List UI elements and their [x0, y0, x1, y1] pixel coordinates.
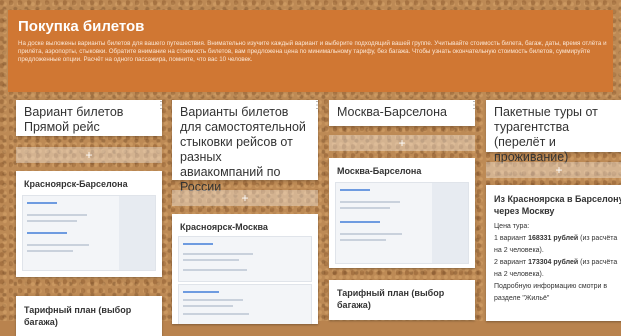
post-card[interactable]: Москва-Барселона	[329, 158, 475, 268]
add-post-button[interactable]: +	[329, 135, 475, 151]
flight-screenshot-image	[178, 236, 312, 282]
flight-screenshot-image	[335, 182, 469, 264]
variant-2: 2 вариант 173304 рублей (из расчёта на 2…	[494, 259, 618, 278]
column-title: Пакетные туры от турагентства (перелёт и…	[494, 105, 598, 164]
column-header: Пакетные туры от турагентства (перелёт и…	[486, 100, 621, 164]
column-header: Вариант билетов Прямой рейс ⋮	[16, 100, 166, 136]
post-card[interactable]: Из Красноярска в Барселону через Москву …	[486, 185, 621, 321]
more-vert-icon[interactable]: ⋮	[156, 101, 166, 111]
card-title: Красноярск-Москва	[180, 222, 268, 232]
board-header: Покупка билетов На доске выложены вариан…	[8, 10, 613, 92]
card-title: Из Красноярска в Барселону через Москву	[494, 194, 621, 216]
card-title: Тарифный план (выбор багажа)	[337, 288, 445, 310]
price-label: Цена тура:	[494, 223, 530, 230]
column-title: Варианты билетов для самостоятельной сты…	[180, 105, 306, 194]
more-vert-icon[interactable]: ⋮	[469, 101, 479, 111]
add-post-button[interactable]: +	[172, 190, 318, 206]
flight-screenshot-image	[22, 195, 156, 271]
card-title: Красноярск-Барселона	[24, 179, 128, 189]
variant-1-price: 168331 рублей	[528, 235, 579, 242]
post-card[interactable]: Тарифный план (выбор багажа)	[329, 280, 475, 320]
column-header: Москва-Барселона ⋮	[329, 100, 479, 126]
add-post-button[interactable]: +	[16, 147, 162, 163]
board-description: На доске выложены варианты билетов для в…	[18, 40, 607, 64]
variant-2-price: 173304 рублей	[528, 259, 579, 266]
board-title: Покупка билетов	[18, 18, 145, 35]
more-info-text: Подробную информацию смотри в разделе "Ж…	[494, 283, 608, 302]
column-title: Вариант билетов Прямой рейс	[24, 105, 124, 134]
post-card[interactable]: Красноярск-Барселона	[16, 171, 162, 277]
variant-1: 1 вариант 168331 рублей (из расчёта на 2…	[494, 235, 618, 254]
column-title: Москва-Барселона	[337, 105, 447, 119]
add-post-button[interactable]: +	[486, 162, 621, 178]
card-title: Тарифный план (выбор багажа)	[24, 305, 132, 327]
column-header: Варианты билетов для самостоятельной сты…	[172, 100, 322, 194]
flight-screenshot-image	[178, 284, 312, 324]
more-vert-icon[interactable]: ⋮	[312, 101, 322, 111]
card-title: Москва-Барселона	[337, 166, 422, 176]
tour-price-text: Цена тура: 1 вариант 168331 рублей (из р…	[494, 221, 621, 305]
post-card[interactable]: Красноярск-Москва	[172, 214, 318, 324]
post-card[interactable]: Тарифный план (выбор багажа)	[16, 296, 162, 336]
